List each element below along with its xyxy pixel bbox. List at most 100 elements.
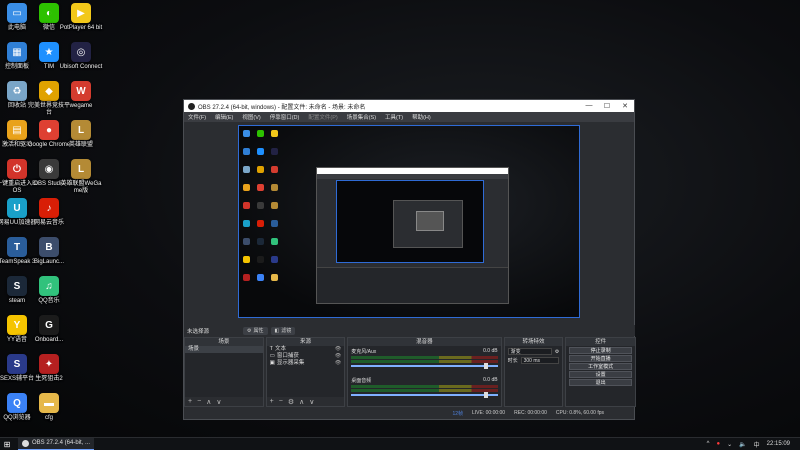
transition-type-select[interactable]: 渐变 (507, 348, 552, 355)
window-source-icon: ▭ (269, 353, 275, 359)
start-streaming-button[interactable]: 开始直播 (569, 355, 632, 362)
settings-button[interactable]: 设置 (569, 371, 632, 378)
obs-logo-icon (188, 102, 195, 110)
exit-button[interactable]: 退出 (569, 379, 632, 386)
desktop-shortcut[interactable]: L 英雄联盟 (59, 120, 103, 149)
close-button[interactable]: ✕ (616, 102, 634, 110)
steam-icon: S (7, 276, 27, 296)
onboard-icon: G (39, 315, 59, 335)
maximize-button[interactable]: ☐ (598, 102, 616, 110)
controls-dock: 控件 停止录制 开始直播 工作室模式 设置 退出 (565, 337, 636, 407)
menu-edit[interactable]: 编辑(E) (215, 113, 233, 121)
desktop-shortcut[interactable]: ♪ 网易云音乐 (27, 198, 71, 227)
remove-source-button[interactable]: − (279, 398, 283, 405)
start-windows-icon[interactable]: ⊞ (0, 438, 14, 450)
bios-icon: ⏻ (7, 159, 27, 179)
recording-indicator-icon[interactable]: ● (716, 441, 720, 447)
tray-overflow-icon[interactable]: ^ (707, 441, 710, 447)
desktop-shortcut-label: 英雄联盟 (68, 142, 93, 148)
desktop-shortcut[interactable]: L 英雄联盟WeGame版 (59, 159, 103, 195)
qq-music-icon: ♫ (39, 276, 59, 296)
obs-statusbar: 12帧 LIVE: 00:00:00 REC: 00:00:00 CPU: 0.… (184, 407, 634, 419)
source-item[interactable]: ▭ 窗口捕获 👁 (267, 353, 345, 360)
duration-input[interactable]: 300 ms (520, 357, 560, 364)
text-source-icon: T (269, 346, 274, 352)
desktop-shortcut[interactable]: ◎ Ubisoft Connect (59, 42, 103, 71)
move-down-icon[interactable]: ∨ (216, 398, 221, 406)
desktop-shortcut-label: cfg (44, 415, 53, 421)
source-item[interactable]: ▣ 显示器采集 👁 (267, 360, 345, 367)
desktop-shortcut-label: BigLaunc... (33, 259, 65, 265)
add-scene-button[interactable]: + (188, 398, 192, 405)
folder-icon: ▬ (39, 393, 59, 413)
uu-icon: U (7, 198, 27, 218)
controls-title: 控件 (566, 338, 635, 346)
desktop-shortcut[interactable]: ♫ QQ音乐 (27, 276, 71, 305)
transitions-title: 转场特效 (504, 338, 563, 346)
source-item[interactable]: T 文本 👁 (267, 346, 345, 353)
add-source-button[interactable]: + (270, 398, 274, 405)
ime-indicator[interactable]: 中 (754, 440, 760, 449)
desktop-shortcut[interactable]: ▬ cfg (27, 393, 71, 422)
obs-titlebar[interactable]: OBS 27.2.4 (64-bit, windows) - 配置文件: 未命名… (184, 100, 634, 112)
desktop-shortcut[interactable]: Wwegame (59, 81, 103, 110)
desktop-shortcut-label: PotPlayer 64 bit (59, 25, 103, 31)
speaker-icon[interactable]: 🔈 (739, 441, 746, 448)
source-settings-gear-icon[interactable]: ⚙ (288, 398, 294, 406)
desktop-shortcut[interactable]: ✦ 生死狙击2 (27, 354, 71, 383)
desktop-shortcut-label: 此电脑 (7, 25, 26, 31)
volume-slider[interactable] (351, 363, 498, 369)
scenes-dock: 场景 场景 + − ∧ ∨ (184, 337, 264, 407)
captured-desktop-icon (257, 256, 264, 263)
desktop-shortcut-label: Ubisoft Connect (59, 64, 103, 70)
recycle-bin-icon: ♻ (7, 81, 27, 101)
minimize-button[interactable]: — (580, 102, 598, 110)
captured-desktop-icon (243, 130, 250, 137)
menu-file[interactable]: 文件(F) (188, 113, 206, 121)
desktop-shortcut[interactable]: G Onboard... (27, 315, 71, 344)
captured-desktop-icon (271, 256, 278, 263)
scenes-title: 场景 (185, 338, 263, 346)
move-up-icon[interactable]: ∧ (206, 398, 211, 406)
studio-mode-button[interactable]: 工作室模式 (569, 363, 632, 370)
captured-desktop-icon (243, 238, 250, 245)
channel-db: 0.0 dB (483, 377, 498, 383)
move-up-icon[interactable]: ∧ (299, 398, 304, 406)
menu-help[interactable]: 帮助(H) (412, 113, 431, 121)
cpu-fps: CPU: 0.8%, 60.00 fps (555, 410, 604, 416)
visibility-eye-icon[interactable]: 👁 (335, 353, 341, 360)
rec-status: REC: 00:00:00 (514, 410, 547, 416)
gear-icon[interactable]: ⚙ (555, 349, 559, 355)
desktop-shortcut[interactable]: ▶ PotPlayer 64 bit (59, 3, 103, 32)
captured-desktop-icon (271, 238, 278, 245)
filter-icon: ◧ (274, 327, 280, 334)
menu-tools[interactable]: 工具(T) (385, 113, 403, 121)
volume-slider[interactable] (351, 392, 498, 398)
remove-scene-button[interactable]: − (197, 398, 201, 405)
move-down-icon[interactable]: ∨ (309, 398, 314, 406)
clock[interactable]: 22:15:09 (767, 441, 790, 447)
menu-docks[interactable]: 停靠窗口(D) (270, 113, 300, 121)
desktop-shortcut[interactable]: B BigLaunc... (27, 237, 71, 266)
preview-canvas[interactable] (238, 125, 580, 318)
display-source-icon: ▣ (269, 360, 275, 366)
computer-icon: ▭ (7, 3, 27, 23)
menu-profile[interactable]: 配置文件(P) (308, 113, 337, 121)
chrome-icon: ● (39, 120, 59, 140)
channel-db: 0.0 dB (483, 348, 498, 354)
visibility-eye-icon[interactable]: 👁 (335, 346, 341, 353)
visibility-eye-icon[interactable]: 👁 (335, 360, 341, 367)
menu-scene-collection[interactable]: 场景集合(S) (347, 113, 376, 121)
stop-recording-button[interactable]: 停止录制 (569, 347, 632, 354)
scene-item[interactable]: 场景 (185, 346, 263, 353)
source-toolbar: 未选择源 ⚙ 属性 ◧ 滤镜 (185, 325, 635, 336)
filters-button[interactable]: ◧ 滤镜 (270, 326, 296, 335)
taskbar-obs-button[interactable]: OBS 27.2.4 (64-bit, ... (18, 437, 95, 450)
obs-menubar: 文件(F) 编辑(E) 视图(V) 停靠窗口(D) 配置文件(P) 场景集合(S… (184, 112, 634, 122)
yy-icon: Y (7, 315, 27, 335)
properties-button[interactable]: ⚙ 属性 (243, 326, 268, 335)
tray-chevron-icon[interactable]: ⌄ (727, 441, 732, 448)
desktop-shortcut-label: 生死狙击2 (35, 376, 63, 382)
menu-view[interactable]: 视图(V) (242, 113, 260, 121)
desktop-shortcut-label: 回收站 (7, 103, 26, 109)
